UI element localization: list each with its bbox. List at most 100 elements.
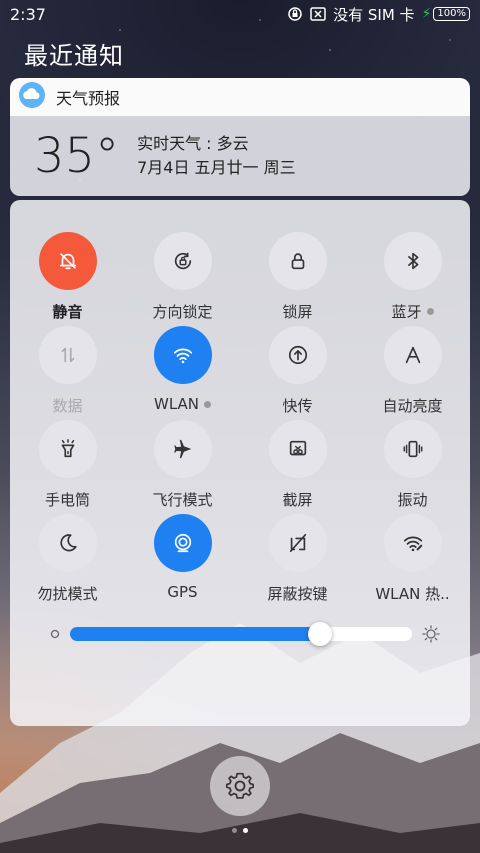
tile-screenshot[interactable]: 截屏 (240, 420, 355, 514)
rotation-lock-icon (174, 252, 191, 270)
brightness-slider[interactable] (50, 622, 440, 646)
brightness-low-icon (50, 629, 60, 639)
mute-toggle[interactable] (38, 232, 97, 290)
status-bar: 2:37 没有 SIM 卡 ⚡ 100% (0, 0, 480, 28)
weather-notification-body: 35° 实时天气 : 多云 7月4日 五月廿一 周三 (10, 116, 470, 196)
tile-hotspot[interactable]: WLAN 热.. (355, 514, 470, 608)
tile-label: 方向锁定 (152, 301, 212, 322)
lock-icon (291, 253, 304, 270)
tile-auto-brightness[interactable]: 自动亮度 (355, 326, 470, 420)
gps-icon (174, 533, 191, 553)
tile-mute[interactable]: 静音 (10, 232, 125, 326)
tile-label-text: WLAN 热.. (375, 585, 450, 603)
more-options-dot (426, 308, 434, 315)
weather-notification[interactable]: 天气预报 35° 实时天气 : 多云 7月4日 五月廿一 周三 (10, 78, 470, 196)
flashlight-icon (61, 439, 74, 458)
tile-vibrate[interactable]: 振动 (355, 420, 470, 514)
moon-icon (59, 534, 77, 552)
screenshot-toggle[interactable] (268, 420, 327, 478)
tile-do-not-disturb[interactable]: 勿扰模式 (10, 514, 125, 608)
tile-label-text: 蓝牙 (391, 303, 422, 321)
tile-label-text: 数据 (52, 397, 83, 415)
tile-wlan[interactable]: WLAN (125, 326, 240, 420)
weather-condition: 实时天气 : 多云 (137, 134, 249, 153)
lock-screen-toggle[interactable] (268, 232, 327, 290)
auto-brightness-icon (405, 346, 420, 364)
tile-label: 数据 (52, 395, 82, 416)
tile-label-text: 静音 (52, 303, 83, 321)
brightness-high-icon (422, 625, 440, 643)
tile-label-text: 锁屏 (282, 303, 313, 321)
settings-button[interactable] (210, 756, 270, 816)
tile-label-text: WLAN (153, 395, 199, 413)
quick-settings-grid: 静音 方向锁定 锁屏 蓝牙 数据 WLAN 快传 自动亮度 手电筒 飞行模式 截… (10, 232, 470, 608)
tile-label: 飞行模式 (152, 489, 212, 510)
battery-level: 100% (433, 7, 470, 21)
tile-label: 静音 (52, 301, 82, 322)
tile-label: 截屏 (282, 489, 312, 510)
tile-label-text: 方向锁定 (152, 303, 213, 321)
tile-label: 屏蔽按键 (267, 583, 327, 604)
more-options-dot (204, 400, 211, 408)
tile-label-text: 快传 (282, 397, 313, 415)
tile-flashlight[interactable]: 手电筒 (10, 420, 125, 514)
status-time: 2:37 (10, 4, 46, 24)
weather-date: 7月4日 五月廿一 周三 (137, 158, 296, 177)
tile-rotation-lock[interactable]: 方向锁定 (125, 232, 240, 326)
airplane-mode-toggle[interactable] (153, 420, 212, 478)
block-keys-icon (289, 533, 306, 553)
tile-label: 手电筒 (45, 489, 90, 510)
tile-label: 勿扰模式 (37, 583, 97, 604)
data-toggle[interactable] (38, 326, 97, 384)
tile-block-keys[interactable]: 屏蔽按键 (240, 514, 355, 608)
quick-settings-panel: 静音 方向锁定 锁屏 蓝牙 数据 WLAN 快传 自动亮度 手电筒 飞行模式 截… (10, 200, 470, 726)
tile-label-text: 振动 (397, 491, 428, 509)
wlan-toggle[interactable] (153, 326, 212, 384)
page-dot (232, 828, 237, 833)
no-sim-icon (310, 6, 326, 22)
tile-label: 锁屏 (282, 301, 312, 322)
block-keys-toggle[interactable] (268, 514, 327, 572)
page-dot-active (243, 828, 248, 833)
tile-label-text: 飞行模式 (152, 491, 213, 509)
hotspot-toggle[interactable] (383, 514, 442, 572)
quick-transfer-icon (288, 345, 307, 365)
brightness-knob[interactable] (307, 622, 332, 646)
recent-notifications-title: 最近通知 (24, 42, 124, 70)
weather-notification-header: 天气预报 (10, 78, 470, 116)
vibrate-icon (403, 440, 422, 458)
page-indicator (0, 828, 480, 833)
tile-label-text: 勿扰模式 (37, 585, 98, 603)
tile-label: WLAN (154, 395, 211, 413)
do-not-disturb-toggle[interactable] (38, 514, 97, 572)
quick-transfer-toggle[interactable] (268, 326, 327, 384)
gear-icon (225, 772, 254, 799)
gps-toggle[interactable] (153, 514, 212, 572)
tile-label: 自动亮度 (382, 395, 442, 416)
tile-airplane-mode[interactable]: 飞行模式 (125, 420, 240, 514)
tile-label-text: GPS (167, 583, 198, 601)
tile-quick-transfer[interactable]: 快传 (240, 326, 355, 420)
bluetooth-icon (407, 252, 418, 270)
tile-lock-screen[interactable]: 锁屏 (240, 232, 355, 326)
tile-data[interactable]: 数据 (10, 326, 125, 420)
tile-gps[interactable]: GPS (125, 514, 240, 608)
wifi-icon (173, 348, 192, 364)
tile-bluetooth[interactable]: 蓝牙 (355, 232, 470, 326)
tile-label-text: 屏蔽按键 (267, 585, 328, 603)
flashlight-toggle[interactable] (38, 420, 97, 478)
battery-indicator: ⚡ 100% (422, 6, 470, 22)
auto-brightness-toggle[interactable] (383, 326, 442, 384)
screenshot-icon (289, 440, 306, 456)
weather-app-icon (18, 81, 46, 113)
vibrate-toggle[interactable] (383, 420, 442, 478)
mute-bell-icon (59, 253, 76, 270)
rotation-lock-toggle[interactable] (153, 232, 212, 290)
charging-bolt-icon: ⚡ (421, 6, 432, 22)
tile-label: WLAN 热.. (375, 583, 449, 604)
tile-label-text: 手电筒 (44, 491, 90, 509)
bluetooth-toggle[interactable] (383, 232, 442, 290)
tile-label-text: 截屏 (282, 491, 313, 509)
brightness-fill (70, 627, 320, 641)
brightness-track[interactable] (70, 622, 412, 646)
